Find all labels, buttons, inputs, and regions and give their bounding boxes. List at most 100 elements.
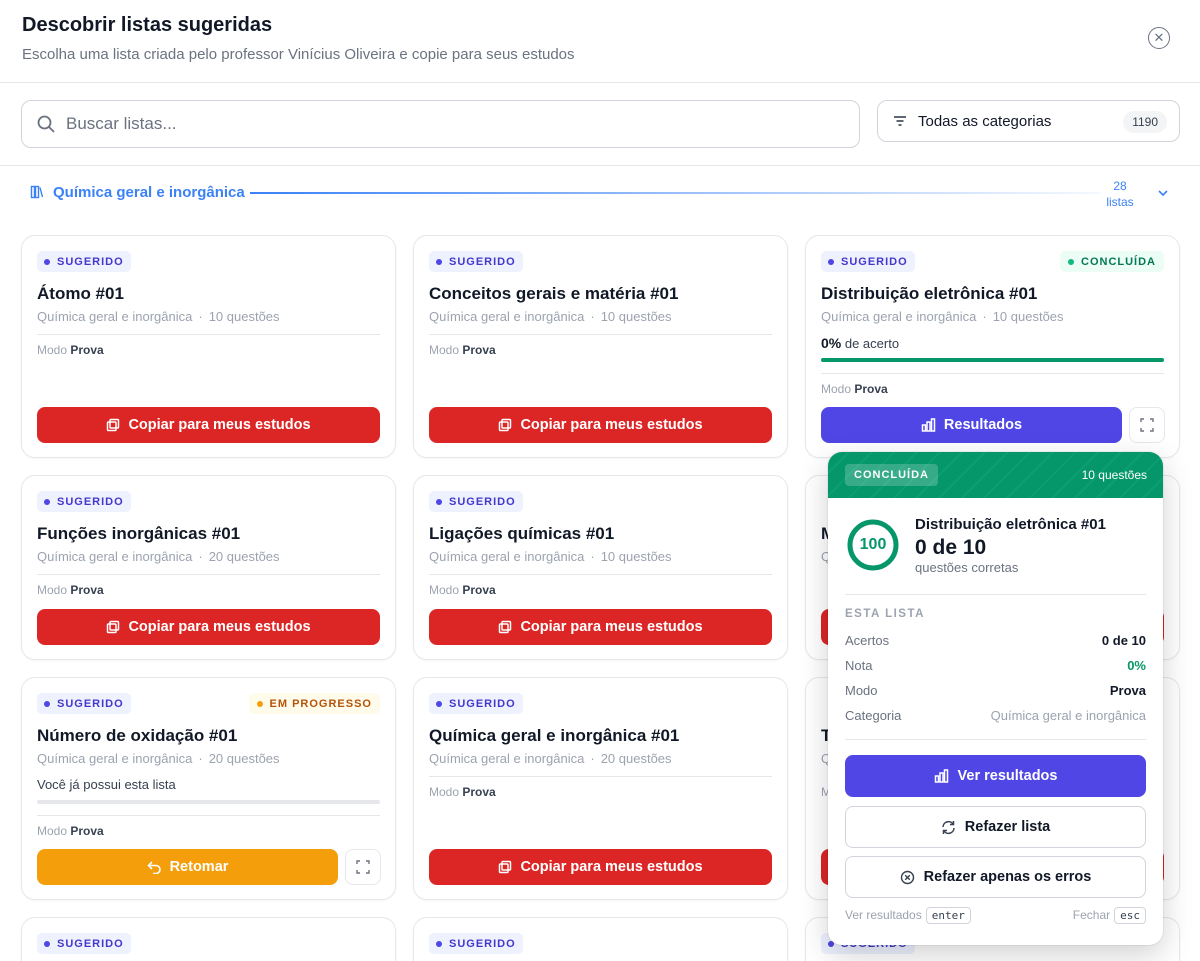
suggested-badge: SUGERIDO (37, 251, 131, 272)
close-button[interactable]: ✕ (1148, 27, 1170, 49)
divider (0, 165, 1200, 166)
section-list-count: 28 listas (1100, 178, 1140, 210)
page-title: Descobrir listas sugeridas (22, 14, 273, 36)
copy-button[interactable]: Copiar para meus estudos (429, 849, 772, 885)
card-meta: Química geral e inorgânica · 10 questões (429, 309, 672, 324)
redo-errors-button[interactable]: Refazer apenas os erros (845, 856, 1146, 898)
copy-icon (499, 860, 512, 874)
x-circle-icon (900, 870, 914, 884)
category-section-header: Química geral e inorgânica 28 listas (30, 178, 1180, 210)
card-meta: Química geral e inorgânica · 10 questões (37, 309, 280, 324)
stat-row-category: Categoria Química geral e inorgânica (845, 708, 1146, 723)
refresh-icon (942, 820, 955, 834)
popover-status-badge: CONCLUÍDA (845, 464, 938, 486)
copy-button[interactable]: Copiar para meus estudos (429, 609, 772, 645)
list-card: SUGERIDO Ligações químicas #01 Química g… (413, 475, 788, 660)
popover-question-count: 10 questões (1081, 468, 1147, 482)
suggested-badge: SUGERIDO (37, 693, 131, 714)
esc-key-hint: esc (1114, 907, 1146, 924)
stat-row-grade: Nota 0% (845, 658, 1146, 673)
popover-score-label: questões corretas (915, 560, 1019, 575)
search-icon (37, 115, 55, 133)
accuracy-text: 0% de acerto (821, 335, 900, 351)
suggested-badge: SUGERIDO (37, 933, 131, 954)
resume-button[interactable]: Retomar (37, 849, 338, 885)
card-title: Átomo #01 (37, 284, 124, 303)
card-mode: Modo Prova (37, 343, 104, 357)
card-meta: Química geral e inorgânica · 20 questões (37, 549, 280, 564)
card-meta: Química geral e inorgânica · 20 questões (37, 751, 280, 766)
suggested-badge: SUGERIDO (429, 491, 523, 512)
card-meta: Química geral e inorgânica · 10 questões (429, 549, 672, 564)
shortcut-hint-results: Ver resultados enter (845, 907, 971, 924)
popover-header: CONCLUÍDA 10 questões (828, 452, 1163, 498)
card-mode: Modo Prova (429, 343, 496, 357)
list-card: SUGERIDO Funções inorgânicas #01 Química… (21, 475, 396, 660)
copy-button[interactable]: Copiar para meus estudos (429, 407, 772, 443)
in-progress-badge: EM PROGRESSO (248, 693, 380, 714)
suggested-badge: SUGERIDO (37, 491, 131, 512)
popover-title: Distribuição eletrônica #01 (915, 516, 1106, 533)
expand-button[interactable] (1129, 407, 1165, 443)
copy-button[interactable]: Copiar para meus estudos (37, 407, 380, 443)
section-count-number: 28 (1113, 179, 1127, 193)
modal-header: Descobrir listas sugeridas Escolha uma l… (0, 0, 1200, 83)
stat-row-hits: Acertos 0 de 10 (845, 633, 1146, 648)
copy-icon (107, 418, 120, 432)
copy-icon (499, 620, 512, 634)
card-title: Conceitos gerais e matéria #01 (429, 284, 679, 303)
card-meta: Química geral e inorgânica · 10 questões (821, 309, 1064, 324)
books-icon (30, 185, 44, 199)
bar-chart-icon (921, 418, 936, 432)
card-title: Química geral e inorgânica #01 (429, 726, 680, 745)
accuracy-bar (821, 358, 1164, 362)
card-mode: Modo Prova (37, 583, 104, 597)
suggested-badge: SUGERIDO (821, 251, 915, 272)
suggested-badge: SUGERIDO (429, 251, 523, 272)
copy-icon (499, 418, 512, 432)
section-name[interactable]: Química geral e inorgânica (53, 184, 245, 201)
score-ring: 100 (846, 518, 900, 572)
completed-badge: CONCLUÍDA (1060, 251, 1164, 272)
card-title: Funções inorgânicas #01 (37, 524, 241, 543)
copy-button[interactable]: Copiar para meus estudos (37, 609, 380, 645)
list-card: SUGERIDO Conceitos gerais e matéria #01 … (413, 235, 788, 458)
close-icon: ✕ (1153, 30, 1165, 45)
section-divider-line (250, 192, 1100, 194)
category-filter-dropdown[interactable]: Todas as categorias 1190 (877, 100, 1180, 142)
card-mode: Modo Prova (429, 785, 496, 799)
chevron-down-icon[interactable] (1156, 186, 1170, 200)
suggested-badge: SUGERIDO (429, 933, 523, 954)
list-card: SUGERIDO EM PROGRESSO Número de oxidação… (21, 677, 396, 900)
expand-button[interactable] (345, 849, 381, 885)
card-title: Distribuição eletrônica #01 (821, 284, 1038, 303)
popover-footer: Ver resultados enter Fechar esc (845, 907, 1146, 927)
suggested-badge: SUGERIDO (429, 693, 523, 714)
card-mode: Modo Prova (429, 583, 496, 597)
expand-icon (1140, 418, 1154, 432)
results-popover: CONCLUÍDA 10 questões 100 Distribuição e… (828, 452, 1163, 945)
view-results-button[interactable]: Ver resultados (845, 755, 1146, 797)
search-box[interactable] (21, 100, 860, 148)
category-filter-label: Todas as categorias (918, 112, 1052, 130)
card-meta: Química geral e inorgânica · 20 questões (429, 751, 672, 766)
score-ring-value: 100 (859, 536, 887, 553)
page-subtitle: Escolha uma lista criada pelo professor … (22, 46, 575, 63)
card-mode: Modo Prova (37, 824, 104, 838)
undo-arrow-icon (146, 861, 161, 874)
section-count-label: listas (1106, 195, 1134, 209)
expand-icon (356, 860, 370, 874)
results-button[interactable]: Resultados (821, 407, 1122, 443)
category-count-badge: 1190 (1123, 111, 1167, 133)
shortcut-hint-close: Fechar esc (1073, 907, 1146, 924)
list-card: SUGERIDO Química geral e inorgânica #01 … (413, 677, 788, 900)
list-card: SUGERIDO Átomo #01 Química geral e inorg… (21, 235, 396, 458)
list-card: SUGERIDO (21, 917, 396, 961)
card-title: Ligações químicas #01 (429, 524, 615, 543)
owned-note: Você já possui esta lista (37, 777, 176, 792)
redo-list-button[interactable]: Refazer lista (845, 806, 1146, 848)
search-input[interactable] (66, 114, 826, 134)
stat-row-mode: Modo Prova (845, 683, 1146, 698)
card-mode: Modo Prova (821, 382, 888, 396)
bar-chart-icon (934, 769, 948, 783)
